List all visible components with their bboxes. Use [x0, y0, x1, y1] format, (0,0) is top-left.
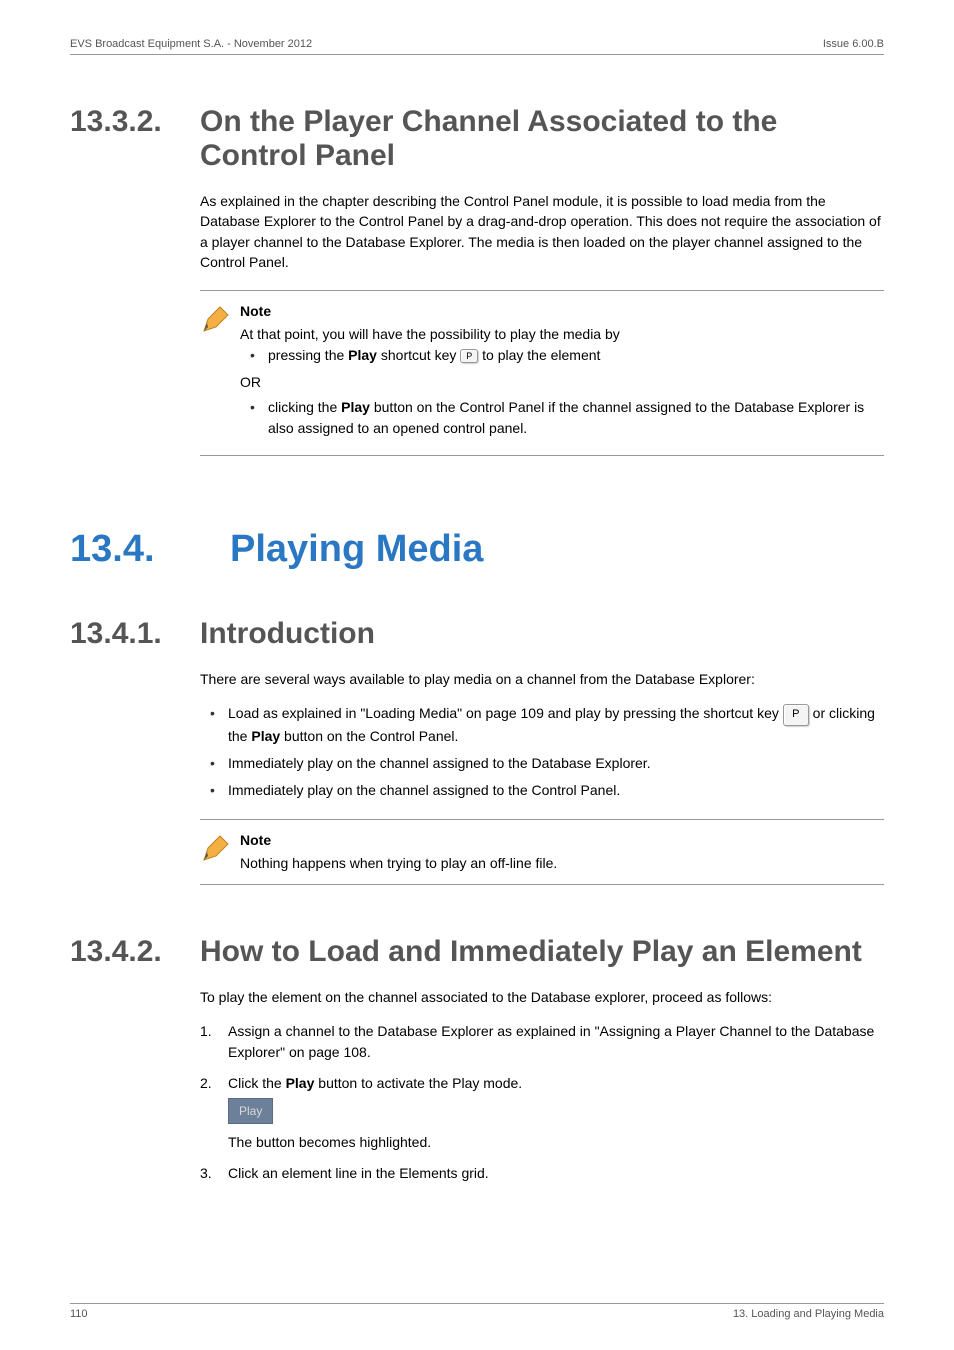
note-box: Note At that point, you will have the po…: [200, 290, 884, 456]
heading-13-3-2: 13.3.2. On the Player Channel Associated…: [70, 105, 884, 173]
shortcut-key-icon: P: [783, 704, 809, 726]
note-or: OR: [240, 372, 884, 393]
paragraph: To play the element on the channel assoc…: [200, 987, 884, 1007]
paragraph: As explained in the chapter describing t…: [200, 191, 884, 272]
heading-number: 13.4.1.: [70, 617, 200, 651]
heading-13-4-1: 13.4.1. Introduction: [70, 617, 884, 651]
note-body: Nothing happens when trying to play an o…: [240, 853, 884, 874]
note-lead: At that point, you will have the possibi…: [240, 324, 884, 345]
pencil-icon: [200, 303, 232, 335]
pencil-icon: [200, 832, 232, 864]
play-button-image: Play: [228, 1098, 273, 1124]
note-bullet-1: pressing the Play shortcut key P to play…: [240, 345, 884, 366]
heading-number: 13.3.2.: [70, 105, 200, 139]
step-1: Assign a channel to the Database Explore…: [200, 1021, 884, 1063]
step-3: Click an element line in the Elements gr…: [200, 1163, 884, 1184]
heading-title: On the Player Channel Associated to the …: [200, 105, 884, 173]
note-bullet-2: clicking the Play button on the Control …: [240, 397, 884, 439]
paragraph: There are several ways available to play…: [200, 669, 884, 689]
step-2: Click the Play button to activate the Pl…: [200, 1073, 884, 1153]
footer-chapter: 13. Loading and Playing Media: [733, 1308, 884, 1320]
note-title: Note: [240, 830, 884, 851]
bullet-3: Immediately play on the channel assigned…: [200, 780, 884, 801]
bullet-2: Immediately play on the channel assigned…: [200, 753, 884, 774]
note-title: Note: [240, 301, 884, 322]
heading-title: How to Load and Immediately Play an Elem…: [200, 935, 862, 969]
heading-13-4-2: 13.4.2. How to Load and Immediately Play…: [70, 935, 884, 969]
heading-title: Playing Media: [230, 528, 483, 571]
shortcut-key-icon: P: [460, 349, 478, 363]
header-left: EVS Broadcast Equipment S.A. - November …: [70, 38, 312, 50]
header-right: Issue 6.00.B: [823, 38, 884, 50]
note-box: Note Nothing happens when trying to play…: [200, 819, 884, 885]
heading-number: 13.4.: [70, 528, 230, 571]
heading-title: Introduction: [200, 617, 375, 651]
page-footer: 110 13. Loading and Playing Media: [70, 1303, 884, 1320]
page-number: 110: [70, 1308, 88, 1320]
bullet-1: Load as explained in "Loading Media" on …: [200, 703, 884, 746]
heading-13-4: 13.4. Playing Media: [70, 528, 884, 571]
heading-number: 13.4.2.: [70, 935, 200, 969]
step-2-result: The button becomes highlighted.: [228, 1132, 884, 1153]
page-header: EVS Broadcast Equipment S.A. - November …: [70, 38, 884, 55]
